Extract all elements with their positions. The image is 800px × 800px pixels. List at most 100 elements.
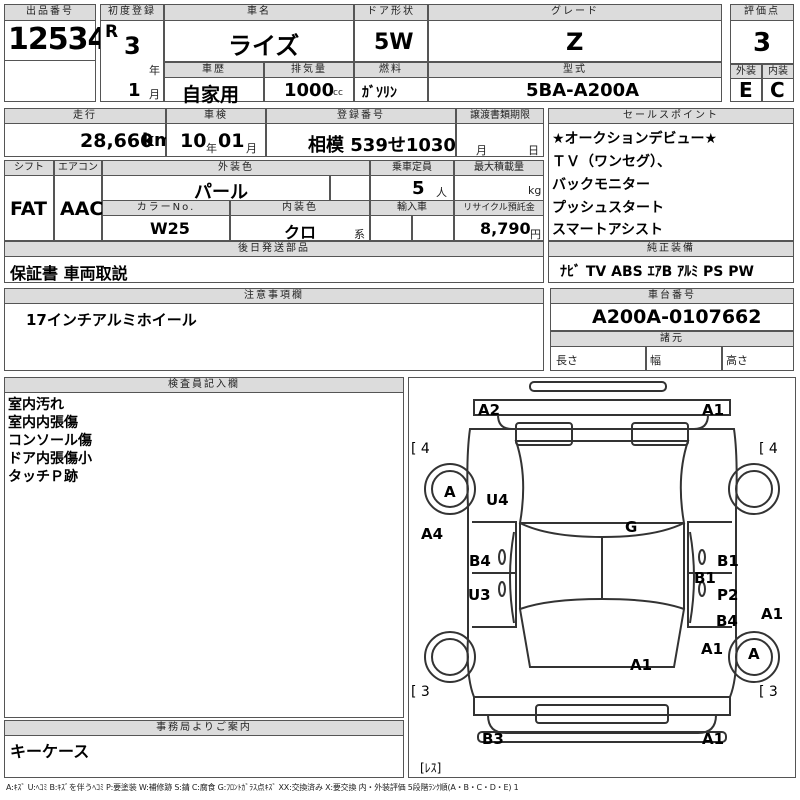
displacement-label: 排気量 [264, 62, 354, 78]
tire-fr: [ 4 [759, 441, 778, 457]
capacity-label: 乗車定員 [370, 160, 454, 176]
lot-divider [4, 60, 96, 61]
damage-a1-bottom: A1 [630, 656, 653, 674]
interior-label: 内装 [762, 64, 794, 79]
tire-rr: [ 3 [759, 684, 778, 700]
color-no-label: カラーNo. [102, 200, 230, 216]
door: 5W [374, 30, 414, 55]
damage-a4: A4 [421, 525, 444, 543]
sales-point-1: ★オークションデビュー★ [552, 131, 718, 147]
color-no: W25 [150, 219, 190, 238]
capacity: 5 [412, 178, 425, 199]
dims-height: 高さ [726, 354, 748, 367]
lot-number-label: 出品番号 [4, 4, 96, 21]
reg-month: 1 [128, 80, 141, 101]
damage-b1-right: B1 [717, 552, 739, 570]
sales-points-label: セールスポイント [548, 108, 794, 124]
insp-month: 01 [218, 130, 245, 152]
sales-point-3: バックモニター [552, 177, 650, 193]
history: 自家用 [182, 84, 240, 106]
sales-point-5: スマートアシスト [552, 222, 664, 238]
transfer-month-unit: 月 [476, 144, 487, 157]
reg-year: 3 [124, 32, 141, 60]
dims-width: 幅 [650, 354, 661, 367]
model-label: 型式 [428, 62, 722, 78]
recycle-label: リサイクル預託金 [454, 200, 544, 216]
insp-year-unit: 年 [206, 142, 217, 155]
later-parts: 保証書 車両取説 [10, 264, 128, 283]
score-label: 評価点 [730, 4, 794, 21]
model: 5BA-A200A [526, 80, 640, 101]
notes-label: 注意事項欄 [4, 288, 544, 304]
office-label: 事務局よりご案内 [4, 720, 404, 736]
inspector-note-1: 室内汚れ [8, 397, 64, 413]
legend: A:ｷｽﾞ U:ﾍｺﾐ B:ｷｽﾞを伴うﾍｺﾐ P:要塗装 W:補修跡 S:錆 … [6, 783, 519, 792]
shift-label: シフト [4, 160, 54, 176]
later-parts-label: 後日発送部品 [4, 241, 544, 257]
inspector-note-2: 室内内張傷 [8, 415, 78, 431]
grade-label: グレード [428, 4, 722, 21]
era: R [105, 22, 119, 42]
recycle: 8,790 [480, 219, 531, 238]
transfer-label: 譲渡書類期限 [456, 108, 544, 124]
fuel-label: 燃料 [354, 62, 428, 78]
import-cell-2 [412, 215, 454, 241]
car-name: ライズ [228, 32, 300, 60]
damage-b3: B3 [482, 730, 504, 748]
history-label: 車歴 [164, 62, 264, 78]
year-unit: 年 [149, 64, 160, 77]
import-cell [370, 215, 412, 241]
score: 3 [753, 28, 772, 58]
sales-point-4: プッシュスタート [552, 200, 664, 216]
damage-a1-top: A1 [702, 401, 725, 419]
tire-fl: [ 4 [411, 441, 430, 457]
car-outline [424, 381, 780, 743]
max-load-label: 最大積載量 [454, 160, 544, 176]
lot-number: 12534 [8, 22, 108, 57]
car-name-label: 車名 [164, 4, 354, 21]
int-color-unit: 系 [354, 228, 365, 241]
damage-a1-rear: A1 [702, 730, 725, 748]
chassis: A200A-0107662 [592, 306, 762, 328]
dims-length: 長さ [556, 354, 578, 367]
inspector-note-4: ドア内張傷小 [8, 451, 92, 467]
inspection-label: 車検 [166, 108, 266, 124]
reg-no-label: 登録番号 [266, 108, 456, 124]
mileage-label: 走行 [4, 108, 166, 124]
displacement-unit: cc [333, 88, 343, 98]
damage-a-left: A [444, 483, 456, 501]
spare-tire: [ﾚｽ] [420, 761, 442, 775]
sales-point-2: ＴＶ（ワンセグ）、 [552, 154, 671, 170]
fuel: ｶﾞｿﾘﾝ [362, 85, 397, 101]
damage-u3: U3 [468, 586, 491, 604]
equipment-label: 純正装備 [548, 241, 794, 257]
ac-label: エアコン [54, 160, 102, 176]
exterior-label: 外装 [730, 64, 762, 79]
insp-year: 10 [180, 130, 207, 152]
interior: C [770, 78, 785, 102]
equipment: ﾅﾋﾞ TV ABS ｴｱB ｱﾙﾐ PS PW [560, 264, 754, 280]
notes: 17インチアルミホイール [26, 311, 197, 329]
ac: AAC [60, 198, 104, 220]
month-unit: 月 [149, 88, 160, 101]
damage-a-right: A [748, 645, 760, 663]
office: キーケース [10, 742, 90, 761]
door-label: ドア形状 [354, 4, 428, 21]
int-color: クロ [284, 223, 317, 242]
damage-u4: U4 [486, 491, 509, 509]
ext-color-label: 外装色 [102, 160, 370, 176]
transfer-day-unit: 日 [528, 144, 539, 157]
damage-b4-left: B4 [469, 552, 491, 570]
damage-g: G [625, 518, 638, 536]
reg-no: 相模 539せ1030 [308, 135, 456, 156]
damage-p2: P2 [717, 586, 739, 604]
ext-color-cell-2 [330, 175, 370, 201]
capacity-unit: 人 [436, 186, 447, 199]
damage-a1-mid: A1 [701, 640, 724, 658]
shift: FAT [10, 198, 47, 220]
max-load-unit: kg [528, 184, 542, 197]
damage-b4-right: B4 [716, 612, 738, 630]
first-reg-label: 初度登録 [100, 4, 164, 21]
inspector-note-3: コンソール傷 [8, 433, 92, 449]
int-color-label: 内装色 [230, 200, 370, 216]
